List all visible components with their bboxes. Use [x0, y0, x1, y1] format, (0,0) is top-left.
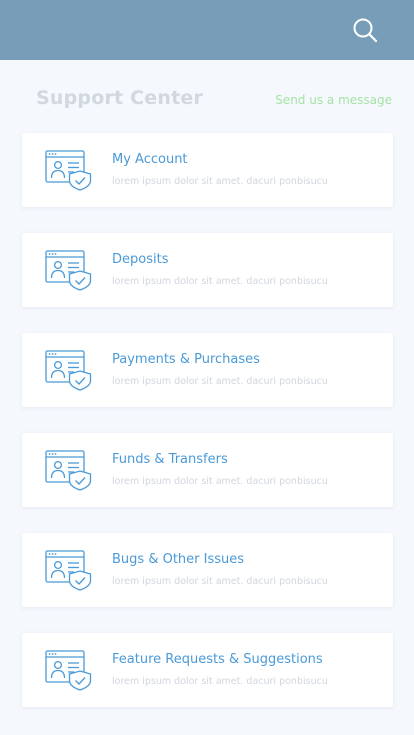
account-shield-icon [45, 649, 93, 691]
card-title: My Account [112, 152, 188, 167]
top-bar [0, 0, 414, 60]
card-description: lorem ipsum dolor sit amet. dacuri ponbi… [112, 476, 328, 487]
send-message-link[interactable]: Send us a message [275, 93, 392, 107]
card-title: Payments & Purchases [112, 352, 260, 367]
category-card-funds-transfers[interactable]: Funds & Transfers lorem ipsum dolor sit … [22, 433, 393, 507]
account-shield-icon [45, 249, 93, 291]
account-shield-icon [45, 149, 93, 191]
category-card-my-account[interactable]: My Account lorem ipsum dolor sit amet. d… [22, 133, 393, 207]
account-shield-icon [45, 449, 93, 491]
card-title: Funds & Transfers [112, 452, 228, 467]
search-icon [353, 18, 378, 43]
account-shield-icon [45, 549, 93, 591]
card-description: lorem ipsum dolor sit amet. dacuri ponbi… [112, 276, 328, 287]
page-title: Support Center [36, 87, 204, 109]
card-description: lorem ipsum dolor sit amet. dacuri ponbi… [112, 576, 328, 587]
account-shield-icon [45, 349, 93, 391]
card-title: Bugs & Other Issues [112, 552, 245, 567]
page-header: Support Center Send us a message [0, 60, 414, 130]
category-card-payments-purchases[interactable]: Payments & Purchases lorem ipsum dolor s… [22, 333, 393, 407]
category-card-feature-requests[interactable]: Feature Requests & Suggestions lorem ips… [22, 633, 393, 707]
card-title: Deposits [112, 252, 169, 267]
card-description: lorem ipsum dolor sit amet. dacuri ponbi… [112, 176, 328, 187]
category-card-bugs-issues[interactable]: Bugs & Other Issues lorem ipsum dolor si… [22, 533, 393, 607]
card-title: Feature Requests & Suggestions [112, 652, 323, 667]
support-center-screen: Support Center Send us a message My Acco… [0, 0, 414, 735]
card-description: lorem ipsum dolor sit amet. dacuri ponbi… [112, 676, 328, 687]
search-button[interactable] [350, 15, 380, 45]
category-card-deposits[interactable]: Deposits lorem ipsum dolor sit amet. dac… [22, 233, 393, 307]
card-description: lorem ipsum dolor sit amet. dacuri ponbi… [112, 376, 328, 387]
